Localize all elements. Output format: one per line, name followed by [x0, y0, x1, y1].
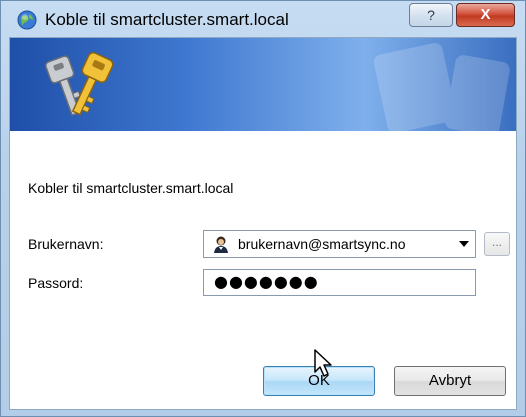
globe-icon — [17, 10, 37, 30]
username-combobox[interactable]: brukernavn@smartsync.no — [203, 230, 476, 258]
cancel-button[interactable]: Avbryt — [394, 366, 506, 396]
banner — [10, 38, 516, 131]
password-label: Passord: — [28, 275, 84, 291]
close-button[interactable]: X — [456, 3, 515, 27]
keys-icon — [45, 51, 114, 117]
browse-users-button[interactable]: ... — [484, 232, 510, 256]
username-value: brukernavn@smartsync.no — [238, 236, 406, 252]
title-bar[interactable]: Koble til smartcluster.smart.local ? X — [1, 1, 525, 37]
password-field[interactable]: ●●●●●●● — [203, 269, 476, 296]
dialog-window: Koble til smartcluster.smart.local ? X K… — [0, 0, 526, 417]
connection-status-text: Kobler til smartcluster.smart.local — [28, 180, 234, 196]
close-icon: X — [480, 6, 491, 23]
window-title: Koble til smartcluster.smart.local — [45, 10, 289, 29]
username-label: Brukernavn: — [28, 236, 104, 252]
user-avatar-icon — [214, 236, 228, 253]
chevron-down-icon[interactable] — [459, 241, 469, 247]
help-button[interactable]: ? — [409, 3, 453, 27]
help-icon: ? — [427, 7, 435, 23]
dialog-content: Kobler til smartcluster.smart.local Bruk… — [9, 37, 517, 410]
ellipsis-icon: ... — [491, 235, 502, 249]
mouse-pointer-icon — [314, 349, 332, 377]
